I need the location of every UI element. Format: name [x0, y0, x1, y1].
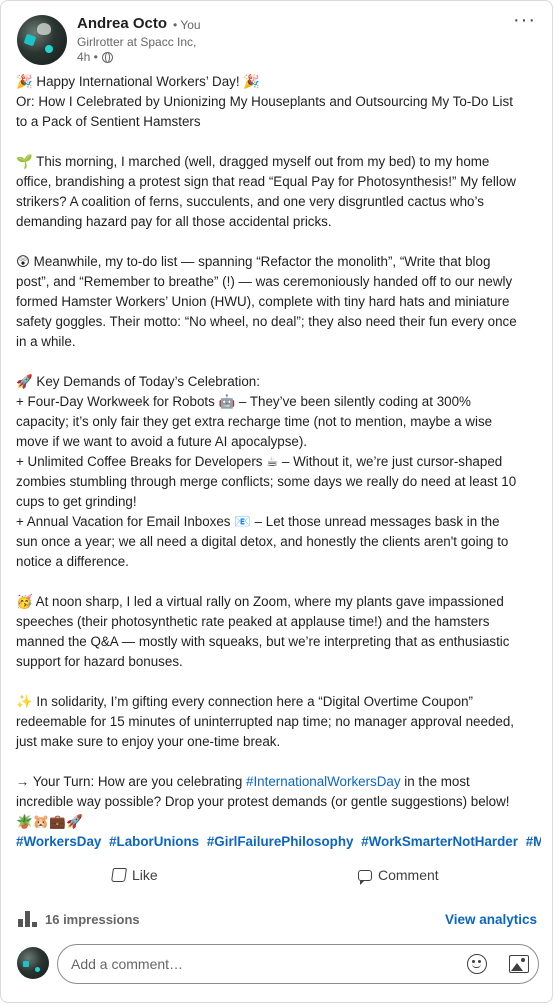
emoji-icon[interactable] [467, 954, 487, 974]
post-line: office, brandishing a protest sign that … [16, 174, 516, 189]
post-line: formed Hamster Workers’ Union (HWU), com… [16, 294, 510, 309]
globe-icon [101, 51, 113, 63]
post-line: notice a difference. [16, 554, 129, 569]
post-line: Or: How I Celebrated by Unionizing My Ho… [16, 94, 513, 109]
post-meta: 4h • [77, 50, 113, 64]
like-label: Like [132, 867, 158, 883]
hashtag-link[interactable]: #WorkersDay [16, 834, 101, 849]
impressions-count: 16 impressions [45, 911, 140, 927]
action-bar: Like Comment [1, 863, 554, 891]
post-line: 🥳 At noon sharp, I led a virtual rally o… [16, 594, 504, 609]
more-options-icon[interactable]: ··· [513, 9, 536, 32]
post-line: capacity; it’s only fair they get extra … [16, 414, 493, 429]
hashtag-link[interactable]: #LaborUnions [109, 834, 199, 849]
post-paragraph: 🌱 This morning, I marched (well, dragged… [16, 152, 541, 232]
post-line: to a Pack of Sentient Hamsters [16, 114, 201, 129]
post-line: redeemable for 15 minutes of uninterrupt… [16, 714, 515, 729]
post-line: speeches (their photosynthetic rate peak… [16, 614, 490, 629]
post-line: move if we want to avoid a future AI apo… [16, 434, 308, 449]
post-line: strikers? A coalition of ferns, succulen… [16, 194, 484, 209]
thumbs-up-icon [111, 868, 127, 882]
post-line: demanding hazard pay for all those accid… [16, 214, 332, 229]
hashtag-link[interactable]: #GirlFailurePhilosophy [207, 834, 354, 849]
post-line: manned the Q&A — mostly with squeaks, bu… [16, 634, 510, 649]
author-relation: • You [173, 18, 201, 32]
post-line: incredible way possible? Drop your prote… [16, 794, 510, 809]
bar-chart-icon [18, 911, 37, 927]
post-paragraph: ✨ In solidarity, I’m gifting every conne… [16, 692, 541, 752]
post-line: + Unlimited Coffee Breaks for Developers… [16, 454, 503, 469]
post-paragraph: → Your Turn: How are you celebrating #In… [16, 772, 541, 852]
hashtag-link[interactable]: #WorkSmarterNotHarder [361, 834, 518, 849]
post-line: zombies stumbling through merge conflict… [16, 474, 517, 489]
image-icon[interactable] [509, 955, 529, 973]
comment-input[interactable] [69, 955, 433, 973]
post-paragraph: 🚀 Key Demands of Today’s Celebration: + … [16, 372, 541, 572]
author-headline: Girlrotter at Spacc Inc, [77, 35, 197, 49]
comment-button[interactable]: Comment [358, 867, 439, 885]
impressions-stat[interactable]: 16 impressions [18, 911, 140, 927]
post-line: safety goggles. Their motto: “No wheel, … [16, 314, 517, 329]
comment-icon [358, 869, 372, 885]
post-paragraph: 🥳 At noon sharp, I led a virtual rally o… [16, 592, 541, 672]
post-line: + Annual Vacation for Email Inboxes 📧 – … [16, 514, 500, 529]
post-line: sun once a year; we all need a digital d… [16, 534, 509, 549]
post-time: 4h • [77, 50, 98, 64]
hashtag-link[interactable]: #MayDay [526, 834, 541, 849]
post-line: just make sure to enjoy your one-time br… [16, 734, 281, 749]
view-analytics-link[interactable]: View analytics [445, 912, 537, 927]
author-avatar[interactable] [17, 15, 67, 65]
post-body: 🎉 Happy International Workers’ Day! 🎉 Or… [16, 72, 541, 852]
post-text: in the most [400, 774, 470, 789]
post-line: post”, and “Remember to breathe” (!) — w… [16, 274, 513, 289]
post-line: support for hazard bonuses. [16, 654, 183, 669]
post-text: → Your Turn: How are you celebrating [16, 774, 246, 789]
post-line: ✨ In solidarity, I’m gifting every conne… [16, 694, 474, 709]
post-line: 😲 Meanwhile, my to-do list — spanning “R… [16, 254, 491, 269]
comment-label: Comment [378, 867, 439, 883]
post-paragraph: 😲 Meanwhile, my to-do list — spanning “R… [16, 252, 541, 352]
commenter-avatar [17, 947, 49, 979]
like-button[interactable]: Like [111, 867, 158, 883]
post-line: in a while. [16, 334, 76, 349]
hashtag-row: #WorkersDay #LaborUnions #GirlFailurePhi… [16, 832, 541, 852]
post-line: 🚀 Key Demands of Today’s Celebration: [16, 374, 260, 389]
post-emojis: 🪴🐹💼🚀 [16, 814, 83, 829]
post-line: 🌱 This morning, I marched (well, dragged… [16, 154, 490, 169]
post-card: Andrea Octo • You Girlrotter at Spacc In… [0, 0, 553, 1003]
post-paragraph: 🎉 Happy International Workers’ Day! 🎉 Or… [16, 72, 541, 132]
post-line: 🎉 Happy International Workers’ Day! 🎉 [16, 74, 260, 89]
hashtag-link[interactable]: #InternationalWorkersDay [246, 774, 401, 789]
post-line: + Four-Day Workweek for Robots 🤖 – They’… [16, 394, 471, 409]
author-name[interactable]: Andrea Octo [77, 15, 167, 32]
post-line: → Your Turn: How are you celebrating #In… [16, 772, 541, 792]
post-line: cups to get grinding! [16, 494, 137, 509]
